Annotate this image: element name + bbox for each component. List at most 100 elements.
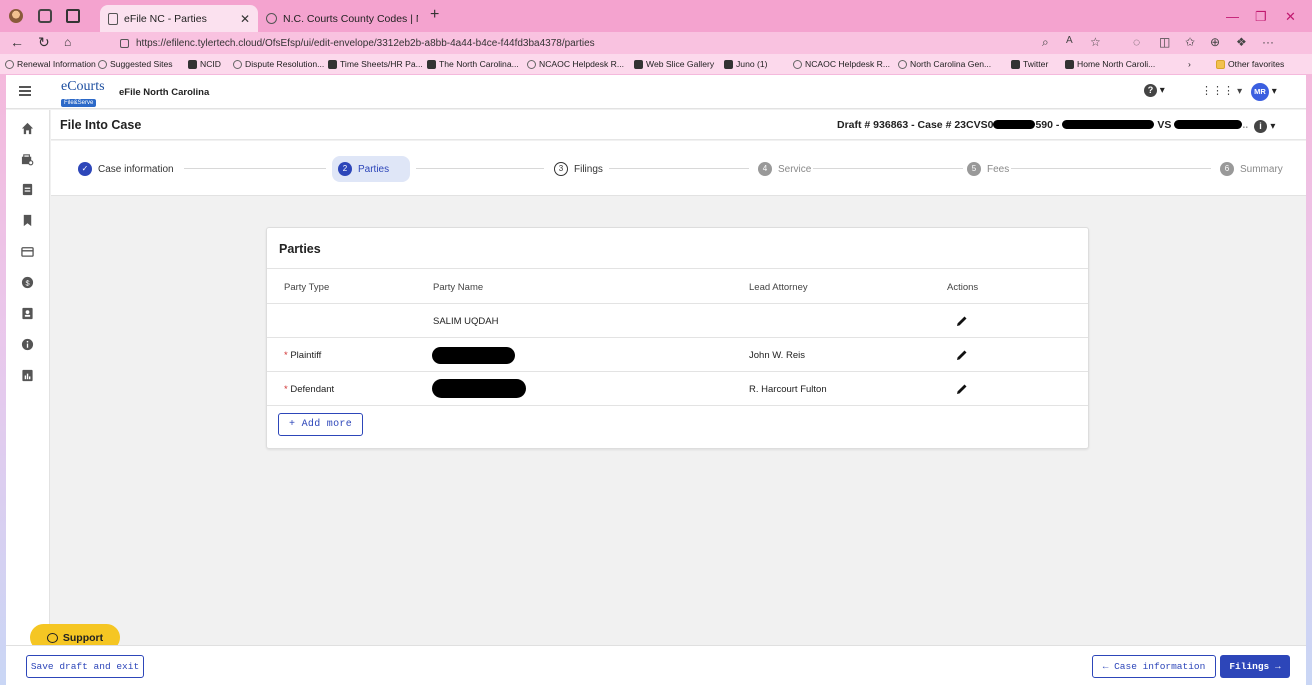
edit-icon[interactable]	[955, 348, 969, 362]
step-case-information[interactable]: ✓ Case information	[72, 158, 180, 180]
step-connector	[609, 168, 749, 169]
close-tab-icon[interactable]: ✕	[240, 12, 250, 26]
favorite-item[interactable]: NCAOC Helpdesk R...	[793, 59, 890, 69]
favorite-item[interactable]: Juno (1)	[724, 59, 768, 69]
chevron-down-icon: ▾	[1270, 121, 1276, 132]
favorite-item[interactable]: NCAOC Helpdesk R...	[527, 59, 624, 69]
party-name: SALIM UQDAH	[433, 316, 499, 327]
web-slice-icon	[634, 59, 643, 69]
save-draft-button[interactable]: Save draft and exit	[26, 655, 144, 678]
step-service[interactable]: 4 Service	[752, 158, 817, 180]
next-step-button[interactable]: Filings →	[1220, 655, 1290, 678]
profile-icon[interactable]	[9, 9, 23, 23]
apps-menu-button[interactable]: ⋮⋮⋮ ▾	[1201, 84, 1242, 97]
chat-bubble-icon	[46, 632, 58, 643]
case-search-icon[interactable]	[21, 153, 34, 166]
copilot-icon[interactable]: ◌	[1133, 35, 1140, 49]
edit-icon[interactable]	[955, 314, 969, 328]
ecourts-logo[interactable]: eCourts File&Serve	[61, 80, 109, 107]
close-window-icon[interactable]: ✕	[1285, 9, 1296, 25]
split-screen-icon[interactable]: ◫	[1159, 35, 1170, 49]
contacts-icon[interactable]	[21, 307, 34, 320]
refresh-icon[interactable]: ↻	[38, 34, 50, 51]
read-aloud-icon[interactable]: A	[1066, 35, 1073, 46]
avatar: MR	[1251, 83, 1269, 101]
favorite-item[interactable]: Twitter	[1011, 59, 1048, 69]
bookmark-icon[interactable]	[21, 214, 34, 227]
column-header: Party Name	[433, 282, 484, 293]
party-type: * Defendant	[284, 384, 335, 395]
site-info-icon[interactable]	[120, 38, 129, 48]
tab-actions-icon[interactable]	[66, 9, 80, 23]
step-parties[interactable]: 2 Parties	[332, 156, 410, 182]
favorite-item[interactable]: The North Carolina...	[427, 59, 519, 69]
favorite-item[interactable]: Web Slice Gallery	[634, 59, 714, 69]
user-menu-button[interactable]: MR ▾	[1251, 83, 1277, 101]
tab-efile-parties[interactable]: eFile NC - Parties ✕	[100, 5, 258, 32]
page-header: File Into Case Draft # 936863 - Case # 2…	[51, 110, 1306, 140]
back-icon[interactable]: ←	[10, 34, 24, 50]
check-icon: ✓	[78, 162, 92, 176]
other-favorites[interactable]: Other favorites	[1216, 59, 1284, 69]
side-navigation: $	[6, 110, 50, 685]
redacted-party-name	[432, 379, 526, 398]
more-menu-icon[interactable]: ···	[1262, 35, 1274, 49]
address-bar[interactable]: https://efilenc.tylertech.cloud/OfsEfsp/…	[110, 34, 810, 52]
search-icon[interactable]: ⌕	[1042, 35, 1049, 50]
footer-bar: Save draft and exit ← Case information F…	[6, 645, 1306, 685]
tab-title: eFile NC - Parties	[124, 12, 207, 25]
menu-icon[interactable]	[19, 86, 31, 96]
page-title: File Into Case	[60, 118, 142, 132]
redaction	[1174, 120, 1243, 129]
url-text: https://efilenc.tylertech.cloud/OfsEfsp/…	[136, 37, 595, 49]
collections-icon[interactable]: ⊕	[1210, 35, 1220, 49]
favorite-item[interactable]: Time Sheets/HR Pa...	[328, 59, 423, 69]
favorite-item[interactable]: Suggested Sites	[98, 59, 173, 69]
workspaces-icon[interactable]	[38, 9, 52, 23]
reports-icon[interactable]	[21, 369, 34, 382]
x-logo-icon	[1011, 59, 1020, 69]
fees-icon[interactable]: $	[21, 276, 34, 289]
restore-icon[interactable]: ❐	[1255, 9, 1267, 25]
payment-card-icon[interactable]	[21, 245, 34, 258]
step-filings[interactable]: 3 Filings	[548, 158, 609, 180]
redacted-party-name	[432, 347, 515, 364]
favorite-item[interactable]: Renewal Information	[5, 59, 96, 69]
home-icon[interactable]	[21, 122, 34, 135]
tab-county-codes[interactable]: N.C. Courts County Codes | Nort ✕	[258, 5, 418, 32]
case-info-menu-button[interactable]: i ▾	[1254, 118, 1275, 133]
site-icon	[427, 59, 436, 69]
minimize-icon[interactable]: —	[1226, 9, 1239, 24]
chevron-down-icon: ▾	[1271, 86, 1277, 97]
favorite-item[interactable]: Home North Caroli...	[1065, 59, 1155, 69]
favorite-item[interactable]: NCID	[188, 59, 221, 69]
table-row: * Defendant R. Harcourt Fulton	[267, 371, 1088, 405]
home-icon[interactable]: ⌂	[64, 35, 71, 49]
chevron-right-icon[interactable]: ›	[1188, 59, 1191, 69]
parties-card: Parties Party Type Party Name Lead Attor…	[266, 227, 1089, 449]
chevron-down-icon: ▾	[1159, 85, 1165, 96]
favorite-item[interactable]: North Carolina Gen...	[898, 59, 991, 69]
redaction	[993, 120, 1036, 129]
favorite-item[interactable]: Dispute Resolution...	[233, 59, 324, 69]
chevron-down-icon: ▾	[1237, 86, 1243, 97]
table-row: SALIM UQDAH	[267, 303, 1088, 337]
globe-icon	[266, 13, 277, 24]
progress-stepper: ✓ Case information 2 Parties 3 Filings 4…	[51, 141, 1306, 196]
step-fees[interactable]: 5 Fees	[961, 158, 1015, 180]
step-connector	[813, 168, 963, 169]
favorites-icon[interactable]: ✩	[1185, 35, 1195, 49]
address-bar-row: ← ↻ ⌂ https://efilenc.tylertech.cloud/Of…	[0, 32, 1312, 54]
filings-icon[interactable]	[21, 183, 34, 196]
site-icon	[898, 59, 907, 69]
previous-step-button[interactable]: ← Case information	[1092, 655, 1216, 678]
add-more-button[interactable]: + Add more	[278, 413, 363, 436]
help-menu-button[interactable]: ? ▾	[1144, 84, 1170, 100]
info-icon[interactable]	[21, 338, 34, 351]
site-icon	[328, 59, 337, 69]
favorite-star-icon[interactable]: ☆	[1090, 35, 1101, 49]
edit-icon[interactable]	[955, 382, 969, 396]
step-summary[interactable]: 6 Summary	[1214, 158, 1289, 180]
new-tab-icon[interactable]: +	[430, 6, 439, 24]
extensions-icon[interactable]: ❖	[1236, 35, 1247, 49]
